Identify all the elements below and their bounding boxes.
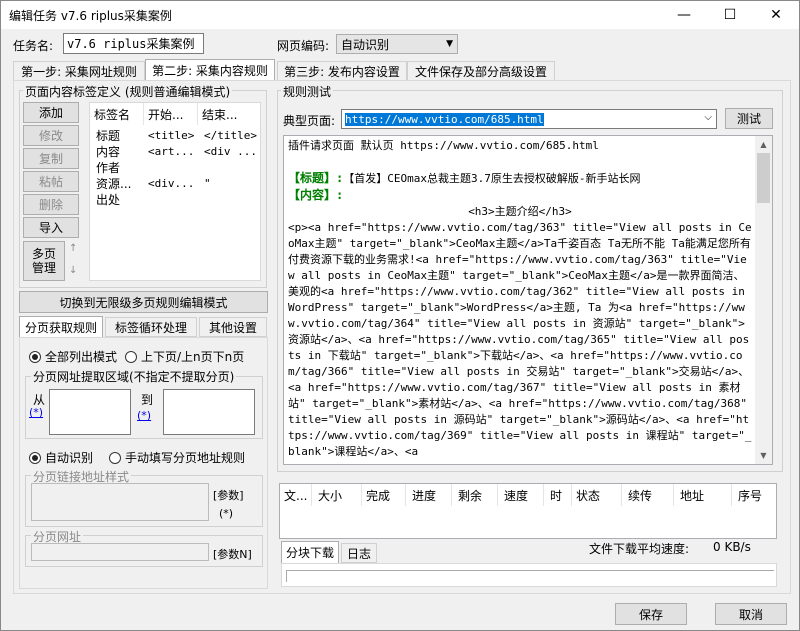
test-result-textarea[interactable]: 插件请求页面 默认页 https://www.vvtio.com/685.htm… bbox=[283, 135, 773, 465]
radio-list-all[interactable]: 全部列出模式 bbox=[29, 348, 117, 365]
result-header: 插件请求页面 默认页 https://www.vvtio.com/685.htm… bbox=[288, 139, 599, 152]
chevron-down-icon[interactable]: ⌵ bbox=[704, 112, 712, 123]
col-header[interactable]: 序号 bbox=[734, 484, 778, 506]
radio-dot bbox=[29, 451, 41, 464]
page-region-title: 分页网址提取区域(不指定不提取分页) bbox=[31, 368, 237, 385]
page-url-input[interactable] bbox=[31, 543, 209, 561]
radio-manual[interactable]: 手动填写分页地址规则 bbox=[109, 449, 245, 466]
import-button[interactable]: 导入 bbox=[23, 217, 79, 238]
cancel-button[interactable]: 取消 bbox=[715, 603, 787, 625]
typical-page-label: 典型页面: bbox=[283, 114, 336, 128]
task-name-input[interactable]: v7.6 riplus采集案例 bbox=[63, 33, 204, 54]
param-n-link[interactable]: [参数N] bbox=[213, 546, 252, 562]
tab-step1[interactable]: 第一步: 采集网址规则 bbox=[13, 61, 145, 81]
scroll-down-icon[interactable]: ▼ bbox=[755, 447, 772, 464]
typical-page-input[interactable]: https://www.vvtio.com/685.html ⌵ bbox=[341, 109, 717, 129]
edit-button[interactable]: 修改 bbox=[23, 125, 79, 146]
scroll-thumb[interactable] bbox=[757, 153, 770, 203]
label-definition-title: 页面内容标签定义 (规则普通编辑模式) bbox=[23, 83, 233, 100]
minimize-icon[interactable]: — bbox=[661, 1, 707, 29]
speed-value: 0 KB/s bbox=[713, 540, 751, 554]
col-header[interactable]: 开始... bbox=[144, 103, 198, 125]
content-h3: <h3>主题介绍</h3> bbox=[468, 205, 572, 218]
edit-task-window: 编辑任务 v7.6 riplus采集案例 — ☐ ✕ 任务名: v7.6 rip… bbox=[0, 0, 800, 631]
tab-step2[interactable]: 第二步: 采集内容规则 bbox=[145, 59, 275, 81]
radio-dot bbox=[29, 350, 41, 363]
delete-button[interactable]: 删除 bbox=[23, 194, 79, 215]
param-link[interactable]: [参数] bbox=[213, 487, 244, 503]
to-param-link[interactable]: (*) bbox=[137, 409, 151, 422]
tab-other-settings[interactable]: 其他设置 bbox=[199, 317, 267, 337]
tab-advanced[interactable]: 文件保存及部分高级设置 bbox=[407, 61, 555, 81]
link-style-input[interactable] bbox=[31, 483, 209, 521]
col-header[interactable]: 地址 bbox=[676, 484, 732, 506]
to-input[interactable] bbox=[163, 389, 255, 435]
col-header[interactable]: 速度 bbox=[500, 484, 544, 506]
close-icon[interactable]: ✕ bbox=[753, 1, 799, 29]
maximize-icon[interactable]: ☐ bbox=[707, 1, 753, 29]
arrow-down-icon[interactable]: ↓ bbox=[69, 265, 77, 276]
content-body: <p><a href="https://www.vvtio.com/tag/36… bbox=[288, 221, 754, 458]
from-param-link[interactable]: (*) bbox=[29, 406, 43, 419]
to-label: 到 bbox=[141, 393, 154, 407]
encoding-label: 网页编码: bbox=[277, 39, 330, 53]
param-star: (*) bbox=[219, 507, 234, 520]
radio-dot bbox=[125, 350, 137, 363]
col-header[interactable]: 时 bbox=[546, 484, 572, 506]
title-value: 【首发】CEOmax总裁主题3.7原生去授权破解版-新手站长网 bbox=[343, 172, 641, 185]
window-title: 编辑任务 v7.6 riplus采集案例 bbox=[9, 8, 172, 23]
task-name-label: 任务名: bbox=[13, 39, 54, 53]
arrow-up-icon[interactable]: ↑ bbox=[69, 243, 77, 254]
col-header[interactable]: 进度 bbox=[408, 484, 452, 506]
download-table[interactable]: 文... 大小 完成 进度 剩余 速度 时 状态 续传 地址 序号 bbox=[279, 483, 777, 539]
title-label: 【标题】: bbox=[288, 171, 344, 185]
col-header[interactable]: 续传 bbox=[624, 484, 674, 506]
paste-button[interactable]: 粘帖 bbox=[23, 171, 79, 192]
col-header[interactable]: 完成 bbox=[362, 484, 406, 506]
col-header[interactable]: 标签名 bbox=[90, 103, 144, 125]
col-header[interactable]: 文... bbox=[280, 484, 312, 506]
col-header[interactable]: 状态 bbox=[572, 484, 622, 506]
save-button[interactable]: 保存 bbox=[615, 603, 687, 625]
label-table[interactable]: 标签名 开始... 结束... 标题 <title> </title> 内容 <… bbox=[89, 102, 261, 281]
progress-bar bbox=[286, 570, 774, 582]
scroll-up-icon[interactable]: ▲ bbox=[755, 136, 772, 153]
copy-button[interactable]: 复制 bbox=[23, 148, 79, 169]
encoding-select[interactable]: 自动识别 ▼ bbox=[336, 34, 458, 54]
test-button[interactable]: 测试 bbox=[725, 108, 773, 129]
tab-log[interactable]: 日志 bbox=[341, 543, 377, 563]
speed-label: 文件下载平均速度: bbox=[589, 542, 690, 556]
result-scrollbar[interactable]: ▲ ▼ bbox=[755, 136, 772, 464]
tab-pagination[interactable]: 分页获取规则 bbox=[19, 316, 103, 338]
radio-prev-next[interactable]: 上下页/上n页下n页 bbox=[125, 348, 244, 365]
col-header[interactable]: 结束... bbox=[198, 103, 260, 125]
content-label: 【内容】: bbox=[288, 188, 344, 202]
switch-multilevel-button[interactable]: 切换到无限级多页规则编辑模式 bbox=[19, 291, 268, 313]
from-input[interactable] bbox=[49, 389, 131, 435]
radio-dot bbox=[109, 451, 121, 464]
tab-label-loop[interactable]: 标签循环处理 bbox=[105, 317, 197, 337]
col-header[interactable]: 大小 bbox=[314, 484, 362, 506]
chevron-down-icon: ▼ bbox=[446, 39, 453, 49]
tab-chunk-download[interactable]: 分块下载 bbox=[281, 541, 339, 563]
chunk-progress-area bbox=[281, 563, 777, 587]
col-header[interactable]: 剩余 bbox=[454, 484, 498, 506]
result-content: 插件请求页面 默认页 https://www.vvtio.com/685.htm… bbox=[288, 138, 752, 460]
title-bar: 编辑任务 v7.6 riplus采集案例 — ☐ ✕ bbox=[1, 1, 799, 29]
radio-auto-detect[interactable]: 自动识别 bbox=[29, 449, 93, 466]
multipage-button[interactable]: 多页 管理 bbox=[23, 241, 65, 281]
rule-test-title: 规则测试 bbox=[281, 83, 334, 100]
tab-step3[interactable]: 第三步: 发布内容设置 bbox=[277, 61, 407, 81]
add-button[interactable]: 添加 bbox=[23, 102, 79, 123]
